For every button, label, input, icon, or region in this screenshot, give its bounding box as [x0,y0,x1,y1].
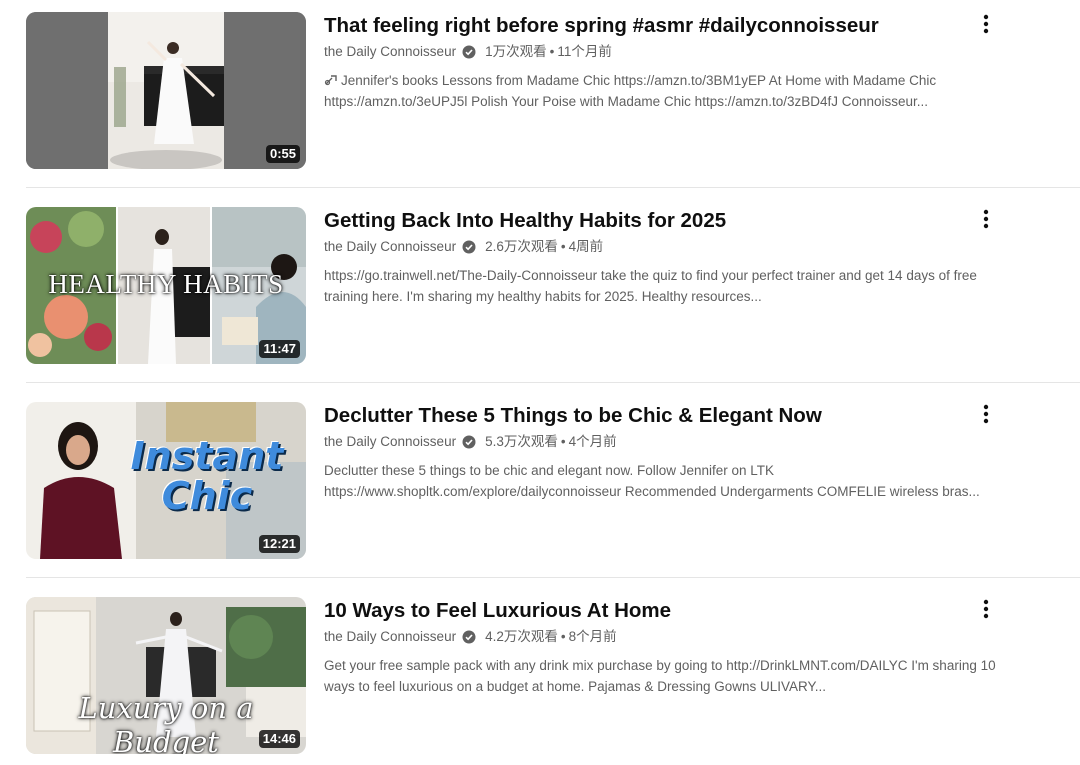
video-duration: 0:55 [265,145,300,163]
view-count: 5.3万次观看 [485,434,558,449]
meta-separator: • [549,44,555,59]
description-text: Declutter these 5 things to be chic and … [324,463,775,478]
description-line: Get your free sample pack with any drink… [324,655,1014,676]
video-row: Luxury on a Budget 14:46 10 Ways to Feel… [0,585,1080,763]
video-title[interactable]: That feeling right before spring #asmr #… [324,12,1014,40]
more-vert-icon [983,404,989,424]
video-thumbnail[interactable]: 0:55 [26,12,306,169]
video-row: 0:55 That feeling right before spring #a… [0,0,1080,188]
video-info: Declutter These 5 Things to be Chic & El… [324,402,1014,502]
upload-age: 4个月前 [568,434,617,449]
description-line: Declutter these 5 things to be chic and … [324,460,1014,481]
video-description: https://go.trainwell.net/The-Daily-Conno… [324,265,1014,307]
video-list: 0:55 That feeling right before spring #a… [0,0,1080,765]
more-actions-button[interactable] [972,400,1000,428]
thumbnail-image [26,12,306,169]
video-meta: the Daily Connoisseur 4.2万次观看 • 8个月前 [324,627,1014,647]
video-thumbnail[interactable]: HEALTHY HABITS 11:47 [26,207,306,364]
description-line: training here. I'm sharing my healthy ha… [324,286,1014,307]
description-line: https://amzn.to/3eUPJ5l Polish Your Pois… [324,91,1014,112]
description-line: https://go.trainwell.net/The-Daily-Conno… [324,265,1014,286]
video-title[interactable]: 10 Ways to Feel Luxurious At Home [324,597,1014,625]
video-thumbnail[interactable]: Luxury on a Budget 14:46 [26,597,306,754]
upload-age: 11个月前 [557,44,612,59]
description-line: ways to feel luxurious on a budget at ho… [324,676,1014,697]
channel-name[interactable]: the Daily Connoisseur [324,42,456,62]
description-text: Get your free sample pack with any drink… [324,658,996,673]
more-actions-button[interactable] [972,595,1000,623]
video-meta: the Daily Connoisseur 1万次观看 • 11个月前 [324,42,1014,62]
video-duration: 11:47 [259,340,300,358]
video-row: Instant Chic 12:21 Declutter These 5 Thi… [0,390,1080,578]
video-thumbnail[interactable]: Instant Chic 12:21 [26,402,306,559]
channel-name[interactable]: the Daily Connoisseur [324,627,456,647]
description-text: training here. I'm sharing my healthy ha… [324,289,762,304]
video-info: That feeling right before spring #asmr #… [324,12,1014,112]
row-divider [26,382,1080,383]
view-count: 1万次观看 [485,44,547,59]
more-vert-icon [983,14,989,34]
description-line: https://www.shopltk.com/explore/dailycon… [324,481,1014,502]
description-text: Jennifer's books Lessons from Madame Chi… [341,73,937,88]
row-divider [26,577,1080,578]
video-row: HEALTHY HABITS 11:47 Getting Back Into H… [0,195,1080,383]
more-vert-icon [983,209,989,229]
verified-check-icon [462,45,476,59]
upload-age: 8个月前 [568,629,617,644]
upload-age: 4周前 [568,239,604,254]
more-actions-button[interactable] [972,205,1000,233]
description-text: https://amzn.to/3eUPJ5l Polish Your Pois… [324,94,929,109]
verified-check-icon [462,240,476,254]
row-divider [26,187,1080,188]
video-info: Getting Back Into Healthy Habits for 202… [324,207,1014,307]
video-meta: the Daily Connoisseur 5.3万次观看 • 4个月前 [324,432,1014,452]
description-text: https://go.trainwell.net/The-Daily-Conno… [324,268,977,283]
view-count: 2.6万次观看 [485,239,558,254]
channel-name[interactable]: the Daily Connoisseur [324,237,456,257]
description-text: https://www.shopltk.com/explore/dailycon… [324,484,980,499]
meta-separator: • [560,239,566,254]
view-count: 4.2万次观看 [485,629,558,644]
video-meta: the Daily Connoisseur 2.6万次观看 • 4周前 [324,237,1014,257]
verified-check-icon [462,435,476,449]
video-description: Declutter these 5 things to be chic and … [324,460,1014,502]
description-text: ways to feel luxurious on a budget at ho… [324,679,827,694]
video-title[interactable]: Declutter These 5 Things to be Chic & El… [324,402,1014,430]
video-info: 10 Ways to Feel Luxurious At Home the Da… [324,597,1014,697]
link-icon [324,75,337,86]
verified-check-icon [462,630,476,644]
video-duration: 14:46 [258,730,300,748]
meta-separator: • [560,629,566,644]
more-actions-button[interactable] [972,10,1000,38]
more-vert-icon [983,599,989,619]
channel-name[interactable]: the Daily Connoisseur [324,432,456,452]
description-line: Jennifer's books Lessons from Madame Chi… [324,70,1014,91]
video-description: Get your free sample pack with any drink… [324,655,1014,697]
video-title[interactable]: Getting Back Into Healthy Habits for 202… [324,207,1014,235]
video-duration: 12:21 [258,535,300,553]
video-description: Jennifer's books Lessons from Madame Chi… [324,70,1014,112]
meta-separator: • [560,434,566,449]
